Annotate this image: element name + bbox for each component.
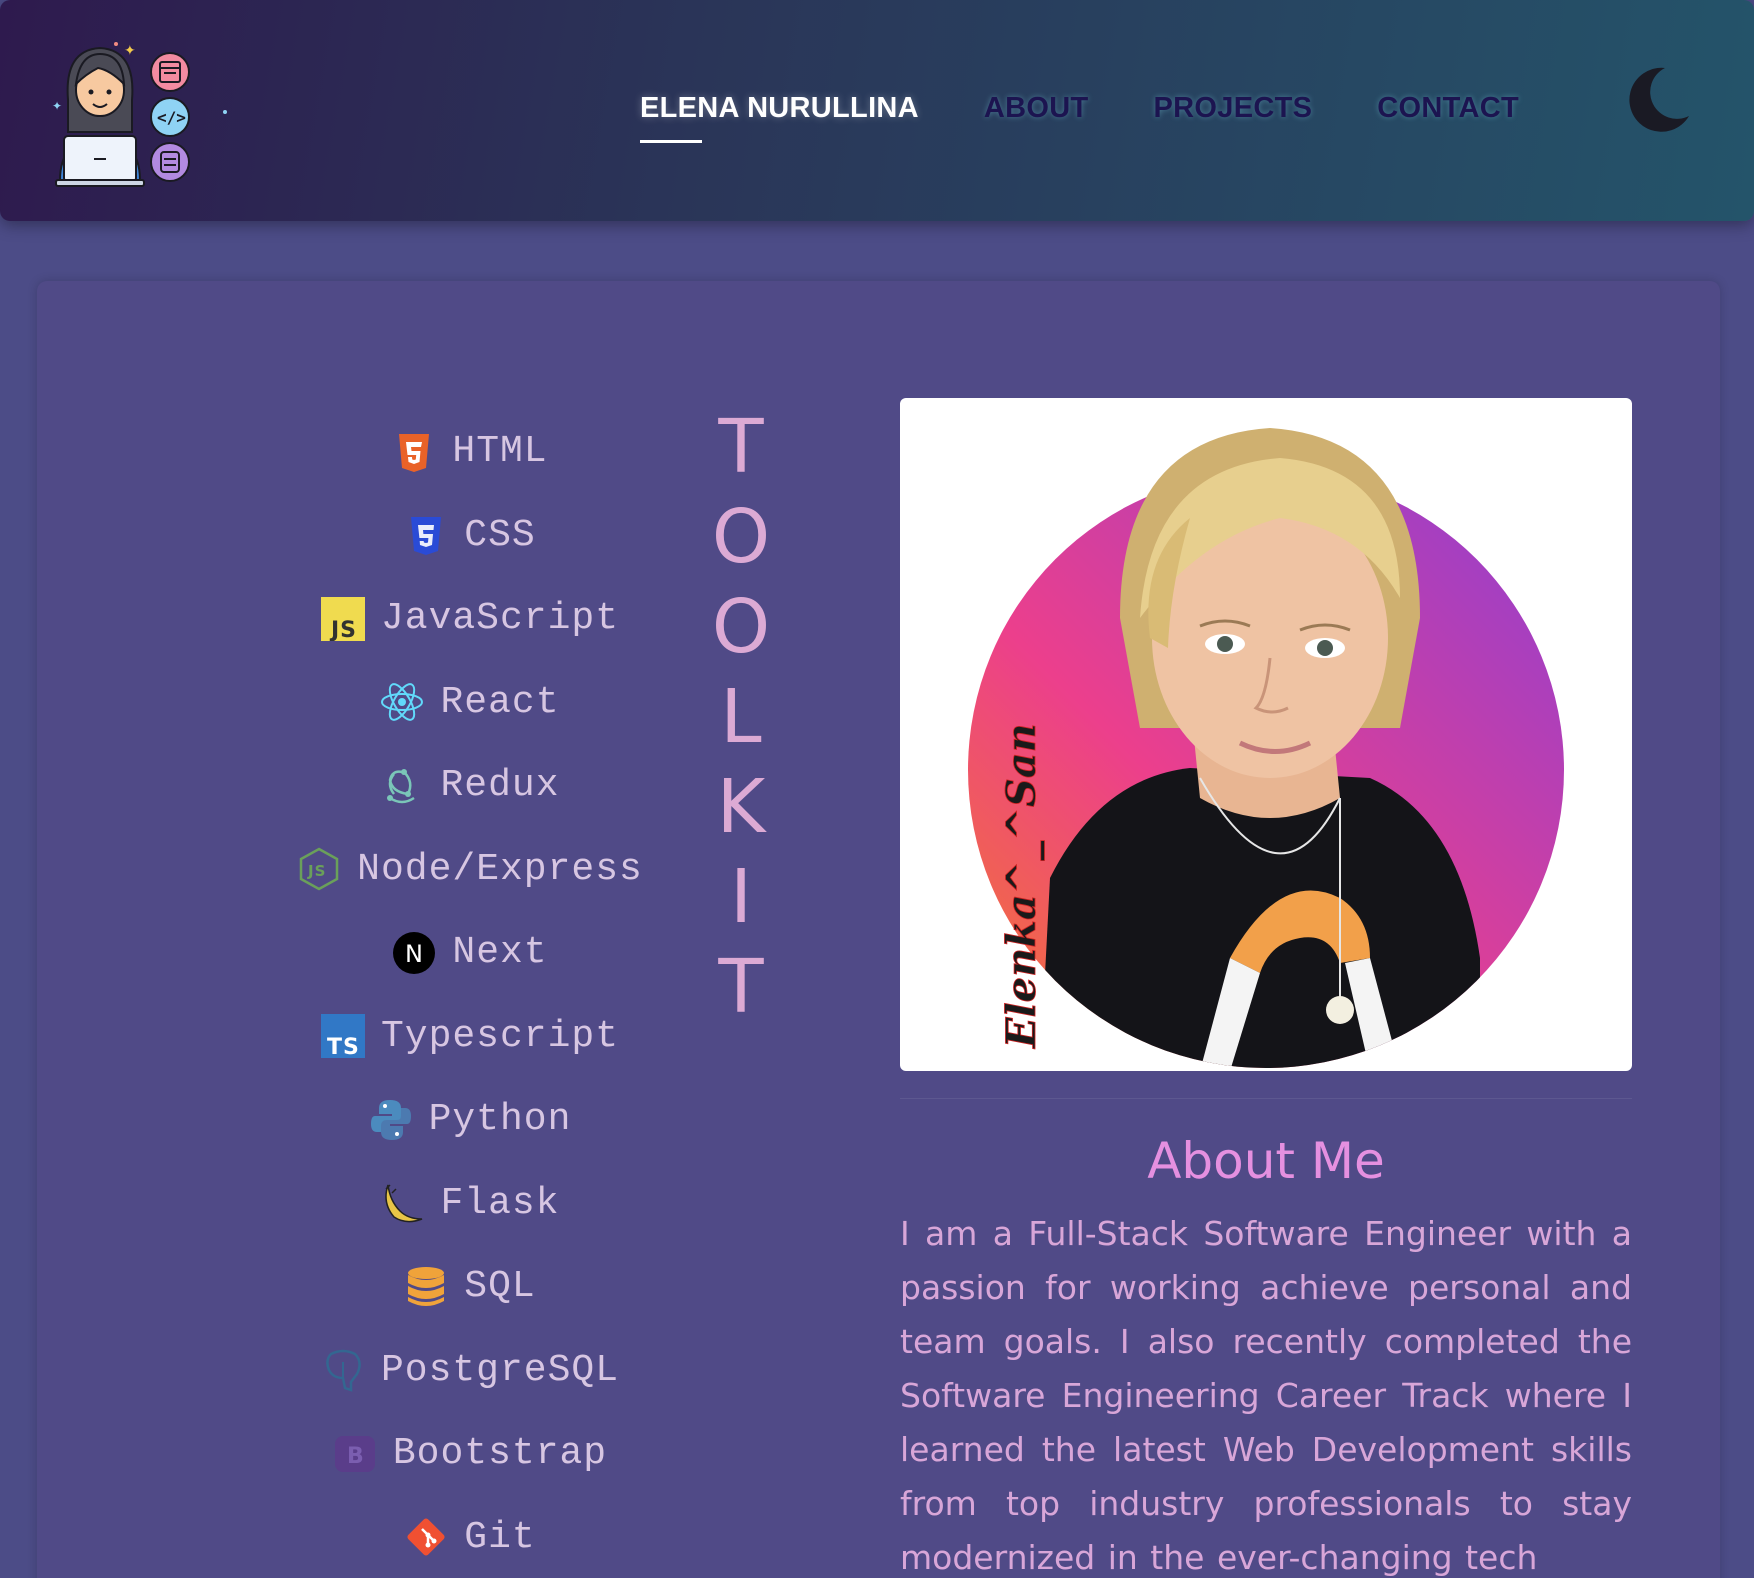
- toolkit-title-letter: L: [720, 674, 762, 760]
- bootstrap-icon: B: [334, 1435, 375, 1472]
- toolkit-list: HTML CSS JS JavaScript React Redux JS No…: [180, 410, 760, 1578]
- profile-photo: Elenka^_^San: [900, 398, 1632, 1071]
- toolkit-title-letter: T: [718, 404, 764, 490]
- list-item: JS JavaScript: [180, 577, 760, 661]
- nav-link-about[interactable]: ABOUT: [984, 92, 1089, 125]
- tool-label: HTML: [452, 430, 548, 474]
- tool-label: CSS: [464, 513, 536, 557]
- nodejs-icon: JS: [299, 847, 339, 891]
- list-item: JS Node/Express: [180, 828, 760, 912]
- toolkit-title-letter: K: [716, 764, 766, 850]
- javascript-icon: JS: [320, 596, 365, 641]
- moon-icon[interactable]: [1615, 60, 1695, 140]
- toolkit-title-letter: T: [718, 944, 764, 1030]
- list-item: Python: [180, 1078, 760, 1162]
- database-icon: [408, 1266, 445, 1306]
- divider: [900, 1098, 1632, 1099]
- list-item: CSS: [180, 494, 760, 578]
- list-item: Git: [180, 1496, 760, 1578]
- toolkit-title-letter: O: [711, 494, 771, 580]
- list-item: N Next: [180, 911, 760, 995]
- tool-label: Git: [464, 1515, 536, 1559]
- toolkit-title-letter: I: [730, 854, 752, 940]
- developer-avatar-logo[interactable]: ✦ ✦ </>: [50, 40, 240, 190]
- css3-icon: [411, 517, 442, 556]
- html5-icon: [399, 433, 430, 472]
- nextjs-icon: N: [393, 931, 436, 974]
- typescript-icon: TS: [320, 1014, 365, 1059]
- react-icon: [381, 683, 424, 722]
- nav-link-home[interactable]: ELENA NURULLINA: [640, 92, 919, 143]
- about-text: I am a Full-Stack Software Engineer with…: [900, 1214, 1632, 1577]
- tool-label: Typescript: [380, 1014, 620, 1058]
- redux-icon: [387, 768, 416, 803]
- tool-label: JavaScript: [380, 597, 620, 641]
- tool-label: Bootstrap: [392, 1432, 608, 1476]
- nav-links: ELENA NURULLINA ABOUT PROJECTS CONTACT: [640, 92, 1584, 143]
- list-item: TS Typescript: [180, 995, 760, 1079]
- tool-label: Node/Express: [357, 847, 643, 891]
- python-icon: [370, 1099, 411, 1140]
- nav-link-contact[interactable]: CONTACT: [1377, 92, 1519, 125]
- toolkit-title: T O O L K I T: [700, 402, 782, 1032]
- toolkit-title-letter: O: [711, 584, 771, 670]
- svg-text:✦: ✦: [52, 99, 62, 113]
- svg-text:TS: TS: [327, 1035, 360, 1058]
- tool-label: Flask: [440, 1181, 560, 1225]
- list-item: PostgreSQL: [180, 1329, 760, 1413]
- list-item: React: [180, 661, 760, 745]
- list-item: B Bootstrap: [180, 1412, 760, 1496]
- about-title: About Me: [1147, 1132, 1385, 1190]
- list-item: Redux: [180, 744, 760, 828]
- tool-label: React: [440, 680, 560, 724]
- svg-text:JS: JS: [307, 862, 326, 880]
- flask-icon: [385, 1184, 423, 1223]
- tool-label: Python: [428, 1098, 572, 1142]
- navbar: ✦ ✦ </> ELENA NURULLINA ABOUT PROJECTS C…: [0, 0, 1754, 221]
- nav-link-projects[interactable]: PROJECTS: [1154, 92, 1313, 125]
- svg-text:B: B: [347, 1444, 365, 1469]
- signature-text: Elenka^_^San: [998, 723, 1045, 1049]
- list-item: SQL: [180, 1245, 760, 1329]
- tool-label: Next: [452, 931, 548, 975]
- list-item: HTML: [180, 410, 760, 494]
- svg-text:JS: JS: [329, 618, 357, 641]
- git-icon: [407, 1518, 445, 1556]
- tool-label: SQL: [464, 1265, 536, 1309]
- svg-text:</>: </>: [157, 108, 186, 127]
- list-item: Flask: [180, 1162, 760, 1246]
- svg-text:N: N: [405, 940, 424, 968]
- tool-label: Redux: [440, 764, 560, 808]
- tool-label: PostgreSQL: [380, 1348, 620, 1392]
- postgresql-icon: [326, 1350, 361, 1392]
- svg-text:✦: ✦: [124, 43, 136, 59]
